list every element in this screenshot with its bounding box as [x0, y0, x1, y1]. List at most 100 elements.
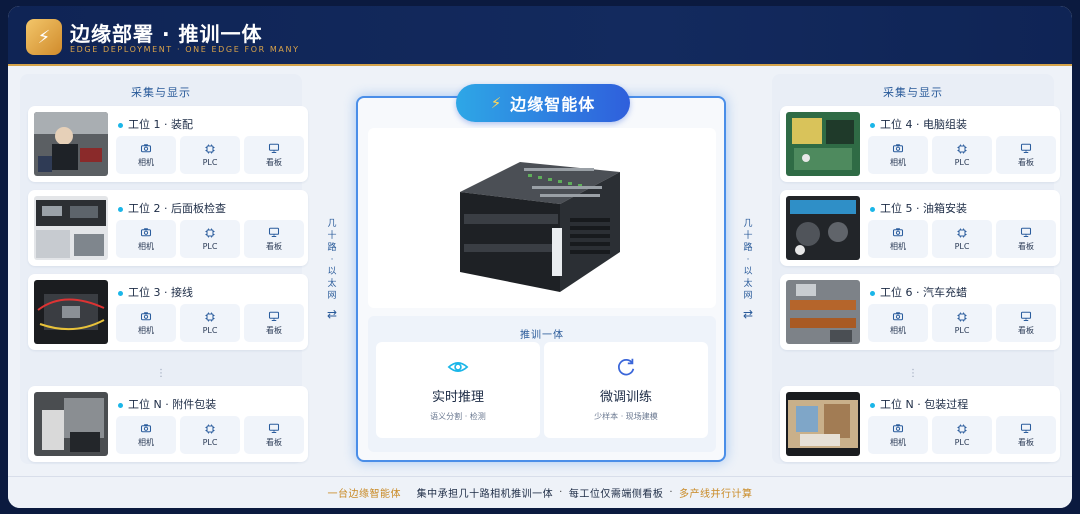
monitor-icon: [268, 423, 280, 433]
chip-icon: [205, 312, 215, 322]
connector-char: 网: [743, 291, 753, 301]
station-photo: [786, 392, 860, 456]
station-card[interactable]: 工位 2 · 后面板检查 相机 PLC 看板: [28, 190, 308, 266]
refresh-icon: [618, 358, 635, 376]
page-title: 边缘部署 · 推训一体: [70, 22, 263, 46]
more-stations-ellipsis: ⋮: [156, 368, 166, 379]
camera-icon: [140, 228, 152, 237]
board-chip[interactable]: 看板: [996, 220, 1056, 258]
plc-chip[interactable]: PLC: [180, 220, 240, 258]
board-chip[interactable]: 看板: [244, 416, 304, 454]
board-chip[interactable]: 看板: [996, 416, 1056, 454]
footer-part-1: 一台边缘智能体: [327, 489, 401, 500]
station-card[interactable]: 工位 N · 附件包装 相机 PLC 看板: [28, 386, 308, 462]
station-photo: [34, 280, 108, 344]
connector-char: 几: [743, 219, 753, 229]
bidirectional-arrow-icon: ⇄: [326, 307, 338, 321]
plc-chip[interactable]: PLC: [932, 304, 992, 342]
camera-chip[interactable]: 相机: [116, 136, 176, 174]
station-card[interactable]: 工位 1 · 装配 相机 PLC 看板: [28, 106, 308, 182]
edge-agent-panel: ⚡ 边缘智能体 推训一体 实时推理 语义分割 · 检测 微调训练 少样本 · 现…: [356, 84, 726, 462]
station-card[interactable]: 工位 3 · 接线 相机 PLC 看板: [28, 274, 308, 350]
connector-char: 路: [327, 243, 337, 253]
camera-chip[interactable]: 相机: [116, 304, 176, 342]
board-chip[interactable]: 看板: [244, 136, 304, 174]
station-photo: [34, 196, 108, 260]
plc-label: PLC: [954, 438, 970, 447]
board-label: 看板: [1018, 438, 1034, 447]
edge-agent-title: 边缘智能体: [510, 95, 596, 114]
board-chip[interactable]: 看板: [996, 136, 1056, 174]
realtime-inference-card[interactable]: 实时推理 语义分割 · 检测: [376, 342, 540, 438]
station-photo: [786, 112, 860, 176]
finetune-training-card[interactable]: 微调训练 少样本 · 现场建模: [544, 342, 708, 438]
monitor-icon: [1020, 227, 1032, 237]
plc-label: PLC: [954, 326, 970, 335]
right-panel-heading: 采集与显示: [883, 86, 943, 99]
camera-label: 相机: [890, 158, 906, 167]
connector-char: 太: [743, 279, 753, 289]
board-label: 看板: [1018, 158, 1034, 167]
plc-chip[interactable]: PLC: [932, 416, 992, 454]
plc-chip[interactable]: PLC: [180, 416, 240, 454]
camera-label: 相机: [138, 242, 154, 251]
plc-chip[interactable]: PLC: [180, 136, 240, 174]
app-frame: ⚡ 边缘部署 · 推训一体 EDGE DEPLOYMENT · ONE EDGE…: [8, 6, 1072, 508]
camera-icon: [140, 312, 152, 321]
card-title: 微调训练: [599, 390, 652, 405]
footer-separator: [407, 487, 411, 498]
camera-chip[interactable]: 相机: [868, 304, 928, 342]
plc-label: PLC: [202, 242, 218, 251]
station-name: 工位 2 · 后面板检查: [118, 200, 226, 216]
station-card[interactable]: 工位 4 · 电脑组装 相机 PLC 看板: [780, 106, 1060, 182]
board-chip[interactable]: 看板: [244, 304, 304, 342]
left-ethernet-connector: 几 十 路 · 以 太 网 ⇄: [322, 218, 342, 320]
connector-char: 十: [743, 231, 753, 241]
plc-chip[interactable]: PLC: [932, 220, 992, 258]
footer-summary: 一台边缘智能体 集中承担几十路相机推训一体 · 每工位仅需端侧看板 · 多产线并…: [8, 476, 1072, 508]
train-infer-section: 推训一体 实时推理 语义分割 · 检测 微调训练 少样本 · 现场建模: [368, 316, 716, 452]
board-label: 看板: [1018, 326, 1034, 335]
board-chip[interactable]: 看板: [244, 220, 304, 258]
camera-icon: [892, 312, 904, 321]
station-card[interactable]: 工位 5 · 油箱安装 相机 PLC 看板: [780, 190, 1060, 266]
plc-chip[interactable]: PLC: [180, 304, 240, 342]
plc-label: PLC: [954, 158, 970, 167]
chip-icon: [957, 424, 967, 434]
connector-char: 十: [327, 231, 337, 241]
bidirectional-arrow-icon: ⇄: [742, 307, 754, 321]
connector-char: ·: [746, 255, 750, 265]
camera-icon: [140, 144, 152, 153]
monitor-icon: [1020, 423, 1032, 433]
camera-label: 相机: [890, 326, 906, 335]
chip-icon: [205, 424, 215, 434]
board-label: 看板: [266, 438, 282, 447]
plc-label: PLC: [202, 326, 218, 335]
camera-icon: [892, 424, 904, 433]
camera-label: 相机: [138, 438, 154, 447]
camera-label: 相机: [890, 242, 906, 251]
plc-label: PLC: [202, 438, 218, 447]
bolt-icon: ⚡: [490, 94, 503, 112]
station-name: 工位 3 · 接线: [118, 284, 193, 300]
station-name: 工位 4 · 电脑组装: [870, 116, 967, 132]
camera-chip[interactable]: 相机: [868, 416, 928, 454]
station-name: 工位 6 · 汽车充蜡: [870, 284, 967, 300]
footer-part-3: 每工位仅需端侧看板: [568, 489, 664, 500]
chip-icon: [957, 144, 967, 154]
footer-separator: ·: [559, 487, 563, 498]
edge-device-illustration: [460, 162, 620, 292]
camera-chip[interactable]: 相机: [868, 220, 928, 258]
bolt-icon: ⚡: [26, 19, 62, 55]
header-bar: ⚡ 边缘部署 · 推训一体 EDGE DEPLOYMENT · ONE EDGE…: [8, 6, 1072, 66]
board-chip[interactable]: 看板: [996, 304, 1056, 342]
camera-chip[interactable]: 相机: [116, 416, 176, 454]
station-card[interactable]: 工位 N · 包装过程 相机 PLC 看板: [780, 386, 1060, 462]
camera-icon: [140, 424, 152, 433]
camera-chip[interactable]: 相机: [116, 220, 176, 258]
station-card[interactable]: 工位 6 · 汽车充蜡 相机 PLC 看板: [780, 274, 1060, 350]
station-name: 工位 N · 包装过程: [870, 396, 968, 412]
connector-char: ·: [330, 255, 334, 265]
plc-chip[interactable]: PLC: [932, 136, 992, 174]
camera-chip[interactable]: 相机: [868, 136, 928, 174]
